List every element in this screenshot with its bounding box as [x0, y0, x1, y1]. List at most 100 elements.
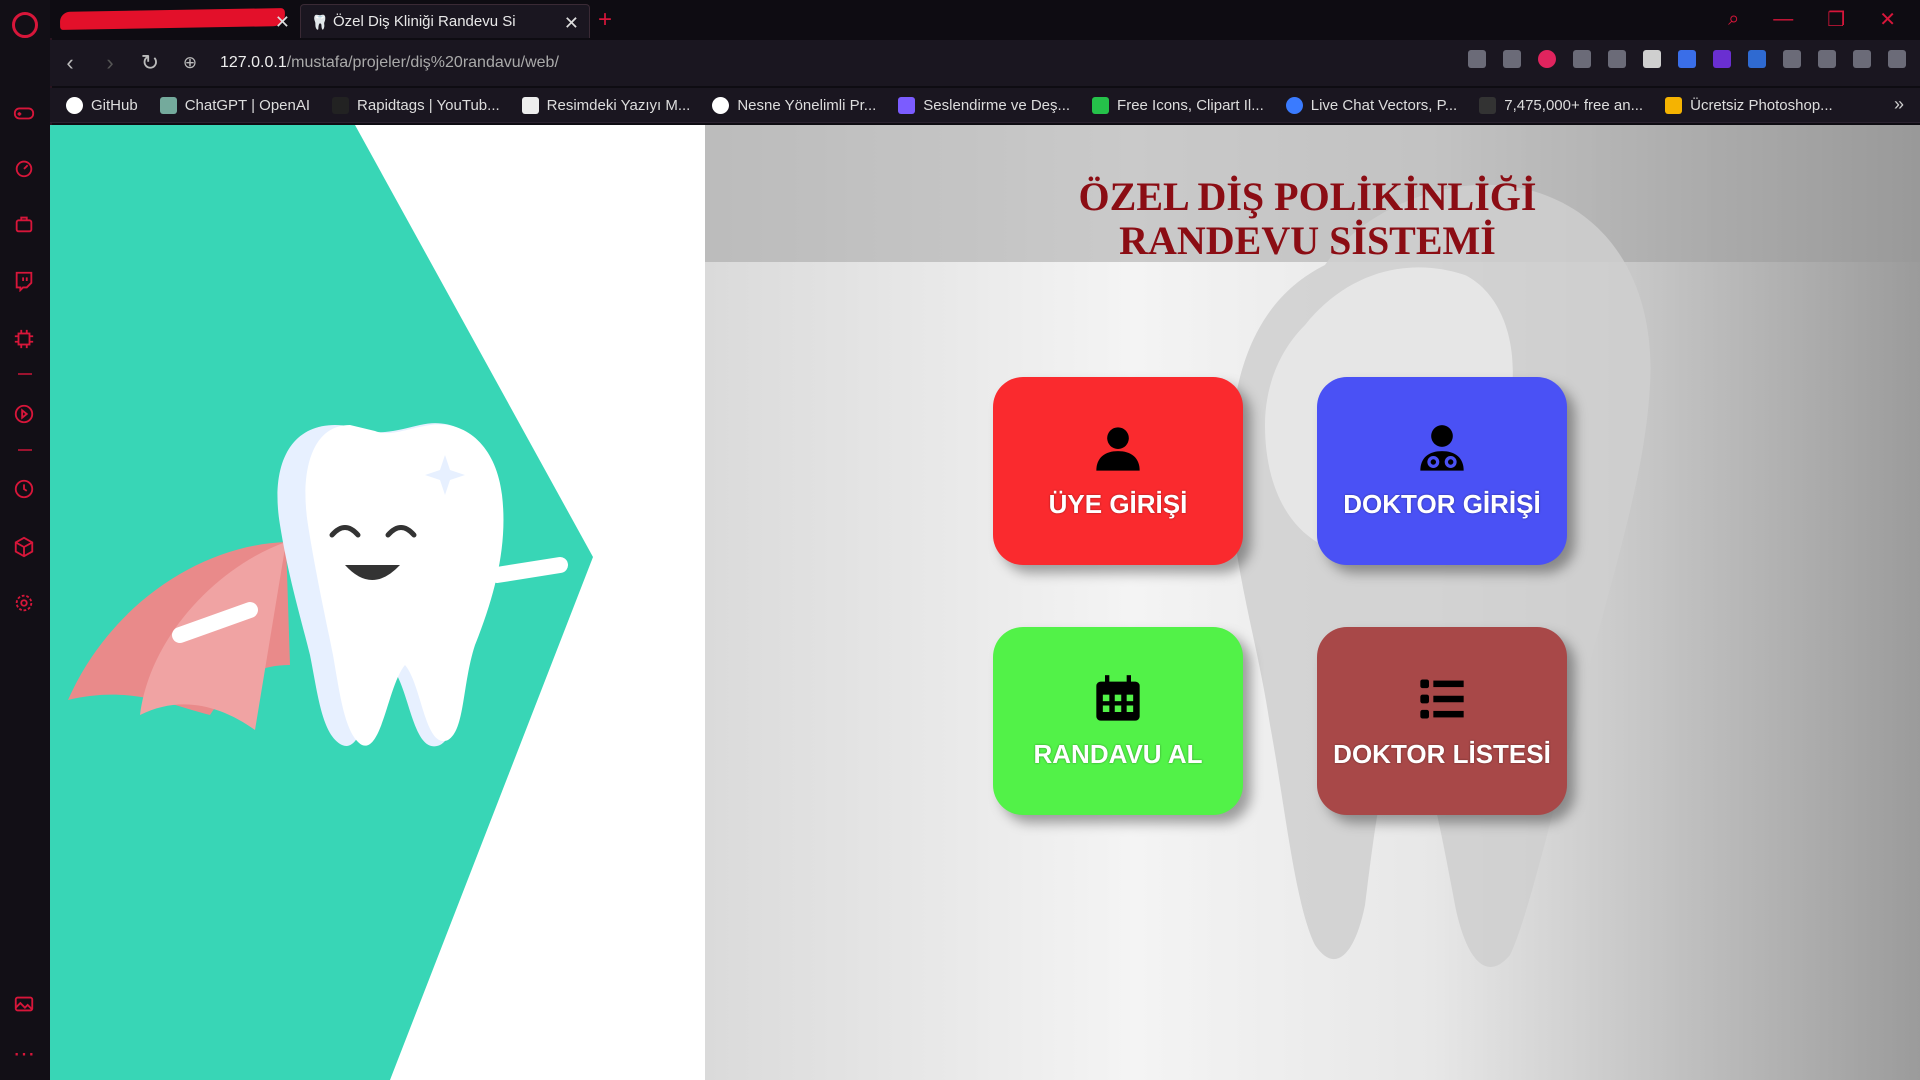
github-icon [66, 96, 83, 114]
bookmark-label: Live Chat Vectors, P... [1310, 96, 1458, 114]
shield-icon[interactable] [1643, 50, 1661, 68]
minimize-icon[interactable]: — [1773, 8, 1793, 31]
bookmark-label: Nesne Yönelimli Pr... [737, 96, 877, 114]
bookmark-label: Ücretsiz Photoshop... [1690, 96, 1833, 114]
close-window-icon[interactable]: ✕ [1879, 7, 1896, 32]
page-title-line1: ÖZEL DİŞ POLİKİNLİĞİ [1078, 174, 1537, 219]
main-panel: ÖZEL DİŞ POLİKİNLİĞİ RANDEVU SİSTEMİ ÜYE… [705, 125, 1920, 1080]
book-appointment-button[interactable]: RANDAVU AL [993, 627, 1243, 815]
translate-icon[interactable] [1678, 50, 1696, 68]
sidebar-divider [18, 373, 32, 375]
account-icon[interactable] [1818, 50, 1836, 68]
reload-icon[interactable]: ↻ [130, 50, 170, 76]
speedometer-icon[interactable] [13, 157, 35, 179]
gamepad-icon[interactable] [13, 102, 35, 124]
photoshop-f-icon [1665, 96, 1683, 114]
bookmark-item[interactable]: Resimdeki Yazıyı M... [521, 96, 691, 114]
pocket-icon[interactable] [1538, 50, 1556, 68]
close-tab-icon[interactable]: ✕ [564, 13, 579, 34]
bookmark-item[interactable]: Nesne Yönelimli Pr... [712, 96, 877, 114]
member-login-button[interactable]: ÜYE GİRİŞİ [993, 377, 1243, 565]
back-icon[interactable]: ‹ [50, 50, 90, 76]
site-info-icon[interactable]: ⊕ [170, 53, 210, 73]
tooth-favicon-icon: 🦷 [311, 13, 329, 30]
share-icon[interactable] [1468, 50, 1486, 68]
send-icon[interactable] [1573, 50, 1591, 68]
superhero-tooth-illustration [50, 125, 593, 1080]
bookmark-label: ChatGPT | OpenAI [184, 96, 311, 114]
doctor-icon [1420, 424, 1464, 471]
window-controls: ⌕ — ❐ ✕ [1728, 0, 1920, 38]
user-icon [1096, 426, 1140, 471]
document-icon [521, 96, 539, 114]
bag-icon[interactable] [13, 213, 35, 235]
bookmarks-bar: GitHub ChatGPT | OpenAI Rapidtags | YouT… [50, 88, 1920, 123]
tab-redacted[interactable]: ✕ [59, 4, 300, 38]
history-icon[interactable] [13, 478, 35, 500]
menu-icon[interactable] [1888, 50, 1906, 68]
bookmark-label: Rapidtags | YouTub... [357, 96, 500, 114]
forward-icon[interactable]: › [90, 50, 130, 76]
url-host: 127.0.0.1 [220, 54, 287, 71]
bookmark-item[interactable]: Rapidtags | YouTub... [332, 96, 500, 114]
bookmark-item[interactable]: Free Icons, Clipart Il... [1092, 96, 1264, 114]
doctor-login-button[interactable]: DOKTOR GİRİŞİ [1317, 377, 1567, 565]
close-tab-icon[interactable]: ✕ [275, 12, 290, 33]
language-icon[interactable] [1748, 50, 1766, 68]
tile-label: RANDAVU AL [1033, 738, 1203, 769]
url-path: /mustafa/projeler/diş%20randavu/web/ [286, 54, 559, 71]
player-icon[interactable] [13, 403, 35, 425]
calendar-icon [1096, 674, 1140, 721]
tab-title: Özel Diş Kliniği Randevu Si [333, 13, 516, 30]
bookmark-item[interactable]: GitHub [66, 96, 138, 114]
tile-label: ÜYE GİRİŞİ [1048, 488, 1188, 519]
web-page: ÖZEL DİŞ POLİKİNLİĞİ RANDEVU SİSTEMİ ÜYE… [50, 125, 1920, 1080]
settings-icon[interactable] [13, 592, 35, 614]
rapidtags-icon [332, 96, 350, 114]
bookmark-item[interactable]: Ücretsiz Photoshop... [1665, 96, 1833, 114]
tab-active[interactable]: 🦷 Özel Diş Kliniği Randevu Si ✕ [300, 4, 590, 38]
url-field[interactable]: 127.0.0.1/mustafa/projeler/diş%20randavu… [220, 54, 559, 72]
bookmark-label: Seslendirme ve Deş... [923, 96, 1071, 114]
restore-icon[interactable]: ❐ [1827, 7, 1845, 32]
address-bar: ‹ › ↻ ⊕ 127.0.0.1/mustafa/projeler/diş%2… [50, 40, 1920, 86]
gallery-icon[interactable] [13, 993, 35, 1015]
new-tab-icon[interactable]: + [598, 6, 612, 34]
pngtree-icon [1479, 96, 1497, 114]
doctor-list-button[interactable]: DOKTOR LİSTESİ [1317, 627, 1567, 815]
cube-icon[interactable] [1783, 50, 1801, 68]
bookmark-label: GitHub [91, 96, 138, 114]
bookmark-item[interactable]: Seslendirme ve Deş... [898, 96, 1071, 114]
tab-strip: ✕ 🦷 Özel Diş Kliniği Randevu Si ✕ + ⌕ — … [50, 0, 1920, 38]
browser-sidebar: ⋯ [0, 0, 52, 1080]
page-title-line2: RANDEVU SİSTEMİ [1119, 218, 1496, 263]
bookmark-label: Free Icons, Clipart Il... [1117, 96, 1264, 114]
more-icon[interactable]: ⋯ [13, 1041, 35, 1066]
twitch-icon[interactable] [13, 270, 35, 292]
sidebar-divider [18, 449, 32, 451]
download-icon[interactable] [1853, 50, 1871, 68]
bookmark-label: Resimdeki Yazıyı M... [546, 96, 691, 114]
list-icon [1420, 679, 1464, 718]
chatgpt-icon [159, 96, 177, 114]
camera-icon[interactable] [1503, 50, 1521, 68]
opera-logo-icon[interactable] [12, 12, 38, 38]
audio-wave-icon [898, 96, 916, 114]
freepik-icon [1092, 96, 1110, 114]
chip-icon[interactable] [13, 328, 35, 350]
tile-label: DOKTOR GİRİŞİ [1343, 488, 1541, 519]
search-icon[interactable]: ⌕ [1728, 8, 1739, 31]
hero-illustration [50, 125, 705, 1080]
heart-icon[interactable] [1608, 50, 1626, 68]
medium-icon [712, 96, 730, 114]
extension-toolbar [1468, 50, 1906, 68]
extension-icon[interactable] [1713, 50, 1731, 68]
cube-icon[interactable] [13, 536, 35, 558]
tile-label: DOKTOR LİSTESİ [1333, 738, 1551, 769]
tooth-background-image [1229, 184, 1651, 967]
bookmark-label: 7,475,000+ free an... [1504, 96, 1644, 114]
bookmark-item[interactable]: ChatGPT | OpenAI [159, 96, 311, 114]
more-bookmarks-icon[interactable]: » [1894, 94, 1904, 115]
bookmark-item[interactable]: Live Chat Vectors, P... [1285, 96, 1458, 114]
bookmark-item[interactable]: 7,475,000+ free an... [1479, 96, 1644, 114]
